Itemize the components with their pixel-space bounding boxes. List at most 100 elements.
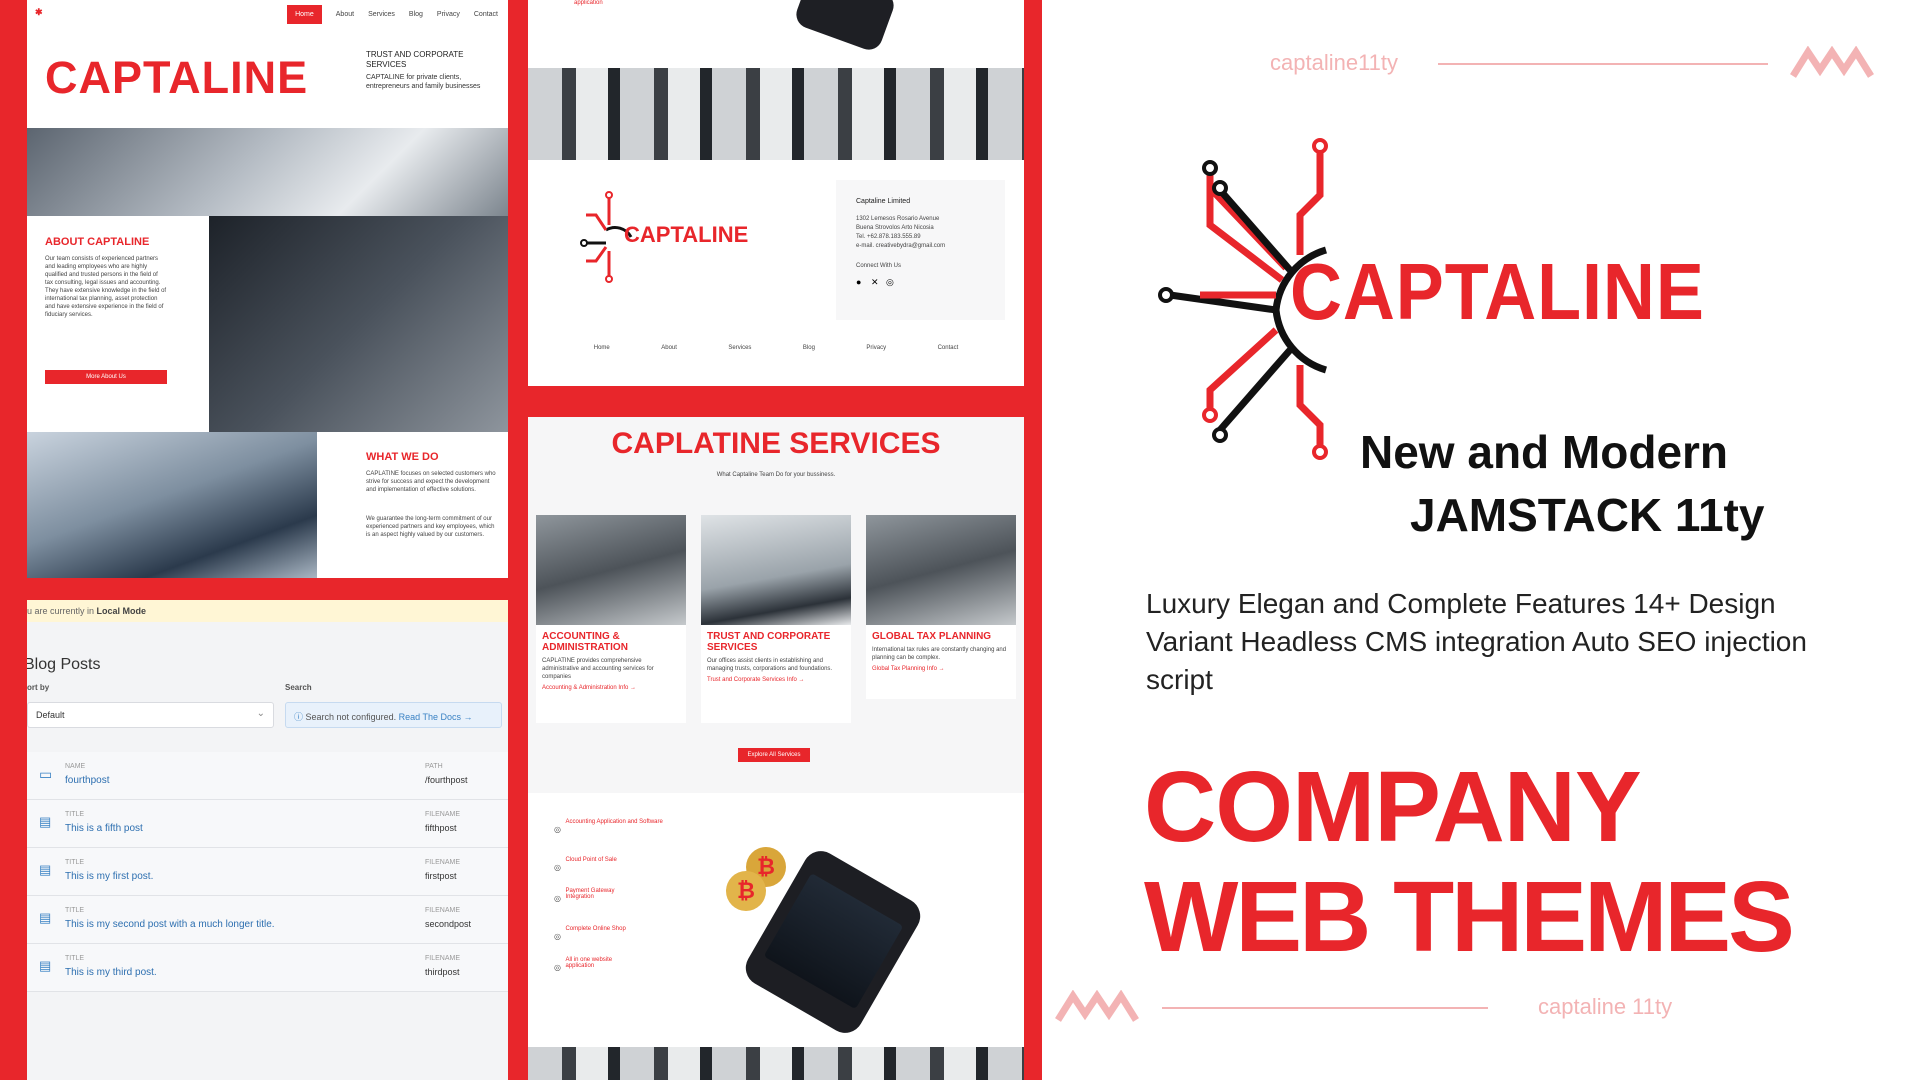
- row-key: NAME: [65, 763, 86, 770]
- bitcoin-icon: ₿: [726, 871, 766, 911]
- feature-text: Payment Gateway Integration: [565, 888, 615, 900]
- what-title: WHAT WE DO: [366, 451, 439, 463]
- list-item[interactable]: ▤ TITLE This is a fifth post FILENAME fi…: [27, 800, 508, 848]
- nav-home[interactable]: Home: [287, 4, 322, 24]
- row-value: This is my first post.: [65, 871, 154, 882]
- row-key: TITLE: [65, 907, 85, 914]
- row-meta-value: secondpost: [425, 919, 472, 929]
- feature-text: Accounting Application and Software: [565, 819, 663, 825]
- hero-trust-title: TRUST AND CORPORATE SERVICES: [366, 50, 464, 69]
- site-preview-footer: application CAPTALINE Captaline Limited: [528, 0, 1024, 386]
- footer-nav-about[interactable]: About: [661, 344, 677, 352]
- divider-bottom: [1162, 1007, 1488, 1009]
- read-docs-link[interactable]: Read The Docs: [399, 712, 461, 722]
- explore-services-button[interactable]: Explore All Services: [738, 748, 810, 762]
- footer-nav-services[interactable]: Services: [728, 344, 751, 352]
- footer-nav-contact[interactable]: Contact: [938, 344, 959, 352]
- tagline-2: JAMSTACK 11ty: [1410, 489, 1765, 541]
- nav-logo-icon[interactable]: ✱: [35, 7, 43, 18]
- services-title: CAPLATINE SERVICES: [611, 427, 941, 460]
- mode-notice: u are currently in Local Mode: [27, 600, 508, 622]
- row-key: TITLE: [65, 955, 85, 962]
- contact-card: Captaline Limited 1302 Lemesos Rosario A…: [836, 180, 1005, 320]
- feature-text: Cloud Point of Sale: [565, 857, 617, 863]
- list-item[interactable]: ▤ TITLE This is my third post. FILENAME …: [27, 944, 508, 992]
- promo-logo-text: CAPTALINE: [1290, 247, 1705, 336]
- footer-nav-blog[interactable]: Blog: [803, 344, 815, 352]
- services-subtitle: What Captaline Team Do for your bussines…: [716, 472, 836, 478]
- company-name: Captaline Limited: [856, 198, 911, 205]
- row-meta-key: FILENAME: [425, 907, 461, 914]
- hero-building-image: [27, 128, 508, 216]
- crowd-image: [528, 68, 1024, 160]
- sort-select[interactable]: Default ⌄: [27, 702, 274, 728]
- service-card-body: CAPLATINE provides comprehensive adminis…: [542, 658, 654, 680]
- more-about-button[interactable]: More About Us: [45, 370, 167, 384]
- cms-heading: Blog Posts: [27, 656, 101, 673]
- service-card[interactable]: TRUST AND CORPORATE SERVICES Our offices…: [701, 515, 851, 723]
- service-card-image: [701, 515, 851, 625]
- list-item[interactable]: ▤ TITLE This is my second post with a mu…: [27, 896, 508, 944]
- footer-nav-privacy[interactable]: Privacy: [866, 344, 886, 352]
- row-meta-value: firstpost: [425, 871, 457, 881]
- crowd-image-bottom: [528, 1047, 1024, 1080]
- nav-contact[interactable]: Contact: [474, 11, 498, 18]
- footer-nav: Home About Services Blog Privacy Contact: [528, 344, 1024, 352]
- service-card-image: [866, 515, 1016, 625]
- nav-about[interactable]: About: [336, 11, 354, 18]
- service-card-title: GLOBAL TAX PLANNING: [872, 631, 992, 642]
- about-body: Our team consists of experienced partner…: [45, 256, 167, 318]
- chevron-down-icon: ⌄: [256, 708, 265, 719]
- site-nav: ✱ Home About Services Blog Privacy Conta…: [27, 0, 508, 28]
- service-card-body: Our offices assist clients in establishi…: [707, 658, 833, 672]
- x-icon[interactable]: ✕: [871, 277, 879, 288]
- list-item[interactable]: ▭ NAME fourthpost PATH /fourthpost: [27, 752, 508, 800]
- mode-notice-mode: Local Mode: [96, 606, 147, 616]
- top-caption: application: [574, 0, 603, 6]
- promo-description: Luxury Elegan and Complete Features 14+ …: [1146, 588, 1807, 695]
- facebook-icon[interactable]: ●: [856, 277, 861, 287]
- about-title: ABOUT CAPTALINE: [45, 236, 150, 248]
- headline-web-themes: WEB THEMES: [1144, 861, 1795, 973]
- row-value: This is my second post with a much longe…: [65, 919, 275, 930]
- service-card[interactable]: GLOBAL TAX PLANNING International tax ru…: [866, 515, 1016, 699]
- nav-blog[interactable]: Blog: [409, 11, 423, 18]
- service-card-link[interactable]: Accounting & Administration Info →: [542, 685, 680, 691]
- meeting-image: [27, 432, 317, 578]
- connect-label: Connect With Us: [856, 263, 902, 269]
- row-meta-key: FILENAME: [425, 955, 461, 962]
- row-meta-value: thirdpost: [425, 967, 460, 977]
- document-icon: ▤: [39, 958, 52, 973]
- nav-services[interactable]: Services: [368, 11, 395, 18]
- row-value: fourthpost: [65, 775, 110, 786]
- document-icon: ▤: [39, 814, 52, 829]
- mode-notice-text: u are currently in: [27, 606, 95, 616]
- row-value: This is my third post.: [65, 967, 157, 978]
- nav-privacy[interactable]: Privacy: [437, 11, 460, 18]
- hero-logo-text: CAPTALINE: [45, 52, 309, 103]
- check-circle-icon: ◎: [554, 963, 561, 972]
- service-card-image: [536, 515, 686, 625]
- phone-image: [792, 0, 898, 54]
- divider-top: [1438, 63, 1768, 65]
- sort-label: ort by: [27, 683, 50, 692]
- row-meta-key: FILENAME: [425, 811, 461, 818]
- list-item[interactable]: ▤ TITLE This is my first post. FILENAME …: [27, 848, 508, 896]
- site-preview-home: ✱ Home About Services Blog Privacy Conta…: [27, 0, 508, 578]
- feature-text: All in one website application: [565, 957, 613, 969]
- email-link[interactable]: e-mail. creativebydra@gmail.com: [856, 242, 945, 250]
- document-icon: ▤: [39, 862, 52, 877]
- service-card[interactable]: ACCOUNTING & ADMINISTRATION CAPLATINE pr…: [536, 515, 686, 723]
- row-key: TITLE: [65, 811, 85, 818]
- about-suit-image: [209, 216, 508, 432]
- footer-nav-home[interactable]: Home: [594, 344, 610, 352]
- row-value: This is a fifth post: [65, 823, 143, 834]
- row-meta-value: /fourthpost: [425, 775, 468, 785]
- folder-icon: ▭: [39, 766, 53, 782]
- feature-item: ◎ Cloud Point of Sale: [554, 857, 665, 875]
- instagram-icon[interactable]: ◎: [886, 277, 894, 288]
- feature-item: ◎ Accounting Application and Software: [554, 819, 665, 837]
- tagline-1: New and Modern: [1360, 426, 1729, 478]
- service-card-link[interactable]: Trust and Corporate Services Info →: [707, 677, 845, 683]
- service-card-link[interactable]: Global Tax Planning Info →: [872, 666, 1010, 672]
